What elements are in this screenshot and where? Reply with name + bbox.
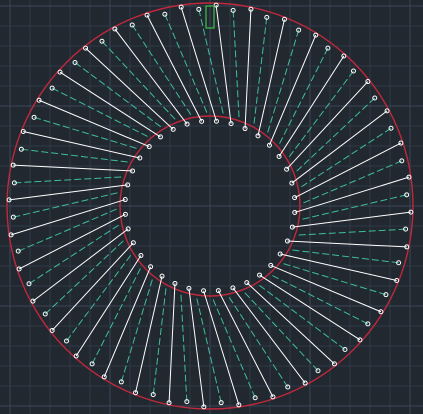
cad-drawing-viewport[interactable] — [0, 0, 423, 414]
drawing-canvas[interactable] — [0, 0, 423, 414]
